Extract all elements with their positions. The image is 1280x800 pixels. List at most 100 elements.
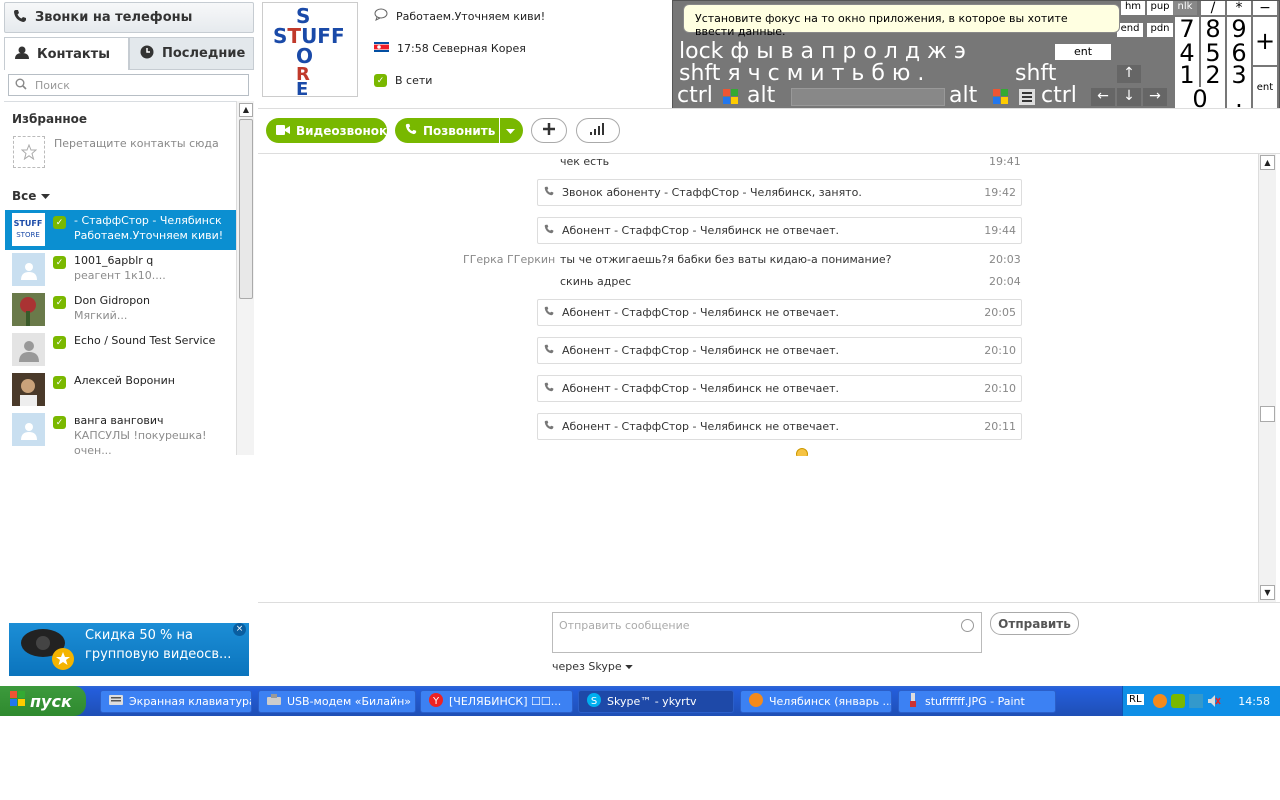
contact-item[interactable]: ✓ Алексей Воронин [5,370,236,410]
windows-key-icon[interactable] [993,89,1009,105]
avatar: STUFF STORE [12,213,45,246]
firefox-icon [749,693,763,710]
call-event: Абонент - СтаффСтор - Челябинск не отвеч… [537,299,1022,326]
tab-recent[interactable]: Последние [129,37,254,70]
contact-item[interactable]: ✓ 1001_6apblr q реагент 1к10.... [5,250,236,290]
osk-num-2[interactable]: 2 [1201,63,1225,87]
echo-avatar-icon [12,333,45,366]
osk-num-star[interactable]: * [1227,1,1251,15]
call-button[interactable]: Позвонить [395,118,499,143]
osk-key-shift-right[interactable]: shft [1015,63,1056,85]
contact-item[interactable]: ✓ Echo / Sound Test Service [5,330,236,370]
taskbar-item[interactable]: Y [ЧЕЛЯБИНСК] ☐☐... [420,690,573,713]
contact-item[interactable]: STUFF STORE ✓ - СтаффСтор - Челябинск Раб… [5,210,236,250]
taskbar-item-label: Челябинск (январь ... [769,695,892,708]
network-icon[interactable] [1189,694,1203,708]
chat-message-time: 19:41 [989,155,1021,168]
scroll-up-icon[interactable]: ▲ [1260,155,1275,170]
chat-message-time: 20:03 [989,253,1021,266]
osk-key-ctrl[interactable]: ctrl [677,85,713,107]
osk-num-minus[interactable]: − [1253,1,1277,15]
taskbar-item[interactable]: stuffffff.JPG - Paint [898,690,1056,713]
osk-num-1[interactable]: 1 [1175,63,1199,87]
message-input[interactable]: Отправить сообщение [552,612,982,653]
osk-key-pagedown[interactable]: pdn [1147,23,1173,37]
arrow-down-icon[interactable]: ↓ [1117,88,1141,106]
osk-key-ctrl-right[interactable]: ctrl [1041,85,1077,107]
scroll-thumb[interactable] [239,119,253,299]
arrow-right-icon[interactable]: → [1143,88,1167,106]
scroll-thumb[interactable] [1260,406,1275,422]
skype-status-icon[interactable] [1171,694,1185,708]
chat-scrollbar[interactable]: ▲ ▼ [1258,154,1276,602]
contact-name: Echo / Sound Test Service [74,334,216,347]
osk-num-7[interactable]: 7 [1175,17,1199,41]
video-call-button[interactable]: Видеозвонок [266,118,387,143]
calls-to-phones-button[interactable]: Звонки на телефоны [4,2,254,33]
keyboard-icon [109,695,123,708]
phone-icon [544,306,554,319]
taskbar-item[interactable]: USB-модем «Билайн» [258,690,416,713]
send-button[interactable]: Отправить [990,612,1079,635]
search-input[interactable]: Поиск [8,74,249,96]
profile-status: ✓ В сети [374,74,432,87]
add-button[interactable] [531,118,567,143]
osk-row-bottom[interactable]: shft я ч с м и т ь б ю . [679,63,924,85]
osk-num-slash[interactable]: / [1201,1,1225,15]
osk-num-enter[interactable]: ent [1253,67,1277,109]
default-avatar-icon [12,253,45,286]
osk-key-pageup[interactable]: pup [1147,1,1173,15]
osk-num-8[interactable]: 8 [1201,17,1225,41]
tab-contacts[interactable]: Контакты [4,37,129,70]
promo-banner[interactable]: Скидка 50 % на групповую видеосв... × [9,623,249,676]
svg-text:STORE: STORE [16,231,40,239]
start-button[interactable]: пуск [0,686,86,716]
contact-name: - СтаффСтор - Челябинск [74,214,222,227]
osk-key-home[interactable]: hm [1121,1,1145,15]
taskbar-item[interactable]: Челябинск (январь ... [740,690,892,713]
emoticon-icon [796,448,808,456]
tab-contacts-label: Контакты [37,46,110,62]
language-indicator[interactable]: RL [1127,694,1144,705]
osk-num-0[interactable]: 0 [1175,87,1225,111]
call-quality-button[interactable] [576,118,620,143]
close-icon[interactable]: × [233,623,246,636]
emoticon-picker-icon[interactable] [961,619,974,632]
arrow-left-icon[interactable]: ← [1091,88,1115,106]
contact-list-scrollbar[interactable]: ▲ [236,101,254,455]
osk-num-9[interactable]: 9 [1227,17,1251,41]
taskbar-item[interactable]: S Skype™ - ykyrtv [578,690,734,713]
osk-key-end[interactable]: end [1117,23,1143,37]
scroll-down-icon[interactable]: ▼ [1260,585,1275,600]
arrow-up-icon[interactable]: ↑ [1117,65,1141,83]
osk-num-3[interactable]: 3 [1227,63,1251,87]
tray-app-icon[interactable] [1153,694,1167,708]
osk-num-plus[interactable]: + [1253,17,1277,65]
osk-key-space[interactable] [791,88,945,106]
online-status-icon: ✓ [53,296,66,309]
send-via-dropdown[interactable]: через Skype [552,660,633,673]
taskbar-item[interactable]: Экранная клавиатура [100,690,252,713]
call-event: Абонент - СтаффСтор - Челябинск не отвеч… [537,375,1022,402]
osk-row-home[interactable]: lock ф ы в а п р о л д ж э [679,41,966,63]
avatar [12,293,45,326]
favorites-hint: Перетащите контакты сюда [54,137,219,150]
osk-key-alt[interactable]: alt [747,85,775,107]
contact-item[interactable]: ✓ Don Gidropon Мягкий... [5,290,236,330]
windows-key-icon[interactable] [723,89,739,105]
osk-num-dot[interactable]: . [1227,87,1251,111]
person-icon [15,46,29,63]
volume-muted-icon[interactable] [1207,694,1221,708]
promo-text: Скидка 50 % на групповую видеосв... [85,628,232,662]
phone-icon [544,344,554,357]
call-event: Абонент - СтаффСтор - Челябинск не отвеч… [537,337,1022,364]
scroll-up-icon[interactable]: ▲ [239,103,253,117]
call-event: Абонент - СтаффСтор - Челябинск не отвеч… [537,217,1022,244]
contact-item[interactable]: ✓ ванга вангович КАПСУЛЫ !покурешка!очен… [5,410,236,455]
calls-to-phones-label: Звонки на телефоны [35,10,193,25]
osk-key-enter[interactable]: ent [1055,44,1111,60]
all-contacts-dropdown[interactable]: Все [12,189,51,203]
menu-key-icon[interactable] [1019,89,1035,105]
osk-key-numlock[interactable]: nlk [1173,1,1197,15]
osk-key-alt-right[interactable]: alt [949,85,977,107]
